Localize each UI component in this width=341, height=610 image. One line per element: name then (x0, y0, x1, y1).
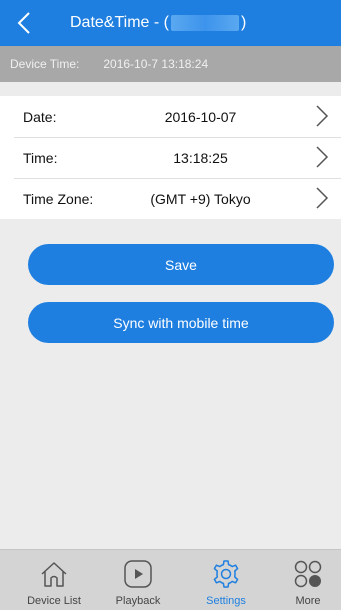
header-bar: Date&Time - ( ) (0, 0, 341, 46)
page-title: Date&Time - ( ) (70, 0, 341, 46)
tab-bar: Device List Playback Settings More (0, 549, 341, 610)
row-date[interactable]: Date: 2016-10-07 (0, 96, 341, 137)
tab-playback[interactable]: Playback (108, 550, 168, 610)
row-time-zone[interactable]: Time Zone: (GMT +9) Tokyo (0, 178, 341, 219)
device-time-value: 2016-10-7 13:18:24 (103, 57, 209, 71)
row-time-zone-value: (GMT +9) Tokyo (150, 190, 251, 207)
row-time-label: Time: (23, 149, 58, 166)
tab-settings[interactable]: Settings (196, 550, 256, 610)
device-time-label: Device Time: (10, 57, 80, 71)
save-button[interactable]: Save (28, 244, 334, 285)
gear-icon (213, 560, 239, 588)
page-title-suffix: ) (240, 14, 247, 31)
page-title-prefix: Date&Time - ( (70, 14, 169, 31)
tab-device-list-label: Device List (27, 595, 81, 607)
chevron-right-icon (316, 187, 329, 209)
chevron-right-icon (316, 146, 329, 168)
masked-device-name (170, 15, 239, 31)
device-time-bar: Device Time: 2016-10-7 13:18:24 (0, 46, 341, 82)
settings-list: Date: 2016-10-07 Time: 13:18:25 Time Zon… (0, 96, 341, 219)
tab-more-label: More (295, 595, 321, 607)
row-date-value: 2016-10-07 (164, 108, 237, 125)
sync-mobile-time-button[interactable]: Sync with mobile time (28, 302, 334, 343)
play-icon (124, 560, 152, 588)
more-circles-icon (294, 560, 322, 588)
row-time-value: 13:18:25 (173, 149, 228, 166)
tab-device-list[interactable]: Device List (22, 550, 86, 610)
row-date-label: Date: (23, 108, 57, 125)
row-time[interactable]: Time: 13:18:25 (0, 137, 341, 178)
chevron-left-icon (17, 12, 30, 34)
chevron-right-icon (316, 105, 329, 127)
tab-more[interactable]: More (280, 550, 336, 610)
back-button[interactable] (8, 8, 40, 38)
tab-settings-label: Settings (206, 595, 246, 607)
tab-playback-label: Playback (115, 595, 161, 607)
home-icon (41, 562, 67, 587)
row-time-zone-label: Time Zone: (23, 190, 94, 207)
